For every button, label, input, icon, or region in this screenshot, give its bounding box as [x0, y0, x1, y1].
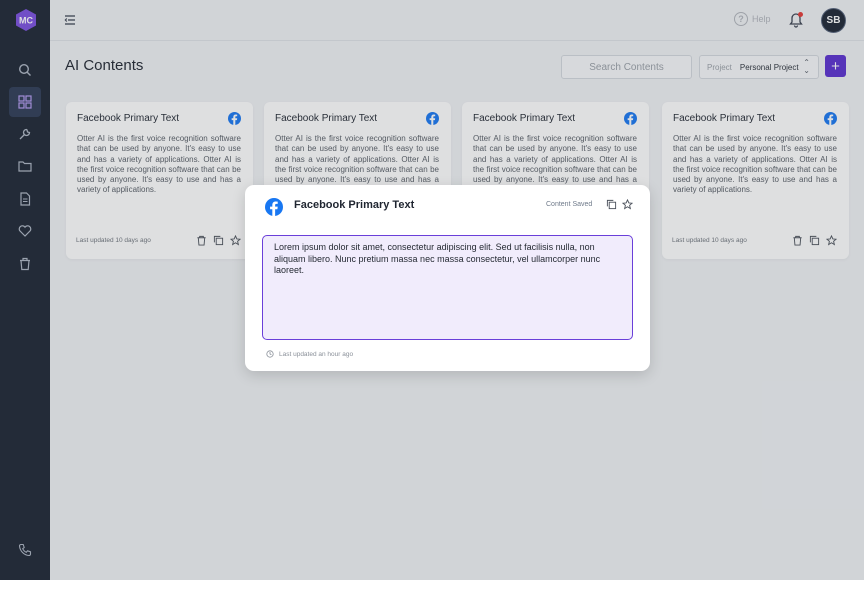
- modal-updated: Last updated an hour ago: [266, 350, 353, 358]
- content-editor-modal: Facebook Primary Text Content Saved Lore…: [245, 185, 650, 371]
- content-editor[interactable]: Lorem ipsum dolor sit amet, consectetur …: [262, 235, 633, 340]
- star-icon[interactable]: [622, 199, 633, 210]
- save-status: Content Saved: [546, 201, 593, 208]
- clock-icon: [266, 350, 274, 358]
- modal-updated-label: Last updated an hour ago: [279, 350, 354, 358]
- modal-title: Facebook Primary Text: [294, 199, 415, 211]
- app-root: MC ? Help SB AI Contents Search Contents…: [0, 0, 864, 580]
- facebook-icon: [265, 198, 283, 216]
- copy-icon[interactable]: [606, 199, 617, 210]
- bottom-strip: [0, 580, 864, 600]
